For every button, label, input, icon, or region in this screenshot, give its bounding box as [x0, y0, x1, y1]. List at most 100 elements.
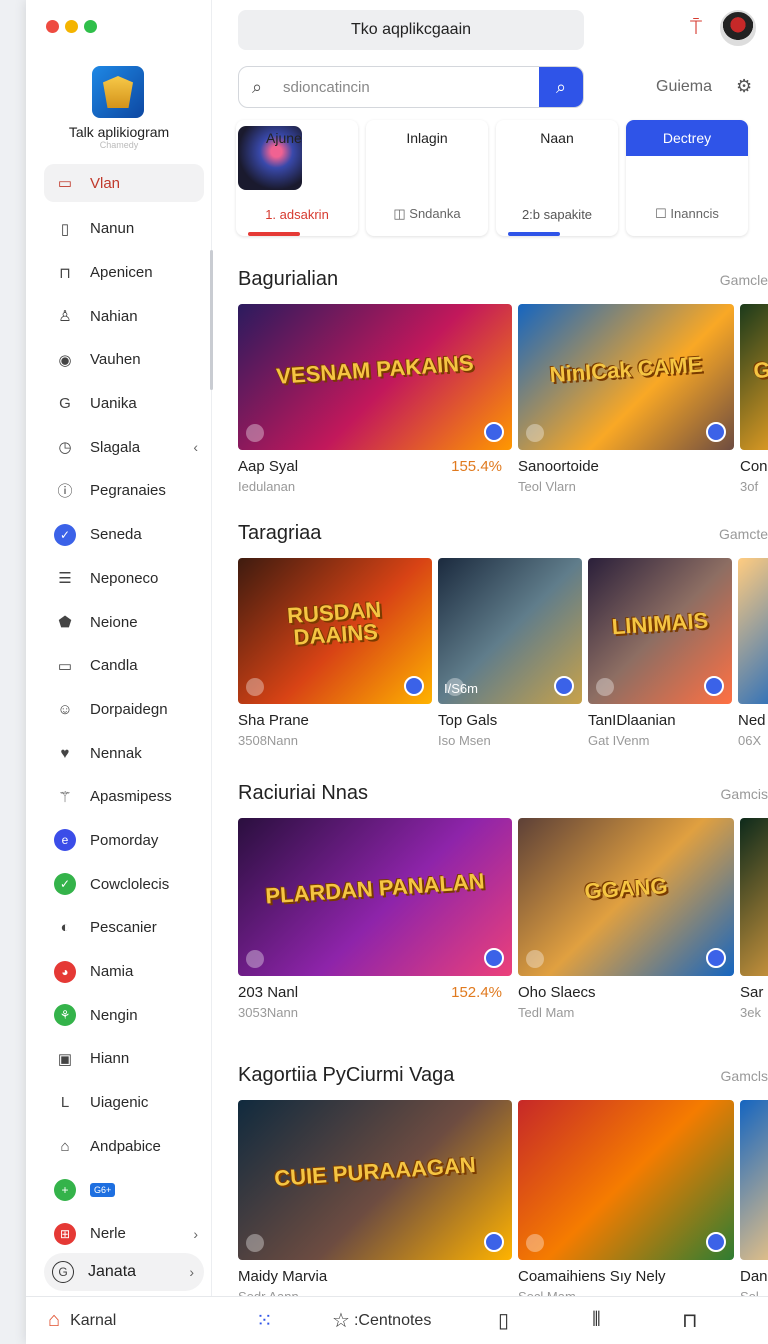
game-card[interactable]: Coamaihiens Sıy NelySecl Mam: [518, 1100, 734, 1304]
bottom-grid-button[interactable]: ⁙: [256, 1308, 283, 1333]
game-card[interactable]: PLARDAN PANALAN 203 Nanl 152.4% 3053Nann: [238, 818, 512, 1020]
sidebar-item-7[interactable]: ⓘ Pegranaies: [44, 469, 204, 513]
section-title: Taragriaa: [238, 522, 322, 544]
sidebar-item-22[interactable]: ⌂ Andpabice: [44, 1124, 204, 1168]
sidebar-item-1[interactable]: ▯ Nanun: [44, 207, 204, 251]
bottom-barcode-button[interactable]: ⦀: [592, 1309, 611, 1332]
platform-icon: [596, 678, 614, 696]
sidebar-item-4[interactable]: ◉ Vauhen: [44, 338, 204, 382]
sidebar-item-17[interactable]: ◐ Pescanier: [44, 906, 204, 950]
bottom-device-button[interactable]: ▯: [498, 1308, 519, 1333]
sidebar-item-19[interactable]: ⚘ Nengin: [44, 993, 204, 1037]
sidebar-item-11[interactable]: ▭ Candla: [44, 644, 204, 688]
tab-1[interactable]: Inlagin ◫ Sndanka: [366, 120, 488, 236]
app-logo: [92, 66, 144, 118]
sidebar-item-12[interactable]: ☺ Dorpaidegn: [44, 688, 204, 732]
sidebar-item-23[interactable]: + G6+: [44, 1168, 204, 1212]
chevron-left-icon[interactable]: ‹: [193, 439, 198, 455]
tab-0[interactable]: Ajune 1. adsakrin: [236, 120, 358, 236]
maximize-window-button[interactable]: [84, 20, 97, 33]
sidebar-item-24[interactable]: ⊞ Nerle ›: [44, 1212, 204, 1256]
game-card[interactable]: Sar 3ek: [740, 818, 768, 1020]
sidebar-item-label: Vlan: [90, 174, 121, 192]
sidebar-item-label: Vauhen: [90, 351, 141, 369]
edit-badge-icon[interactable]: [706, 948, 726, 968]
sidebar-item-10[interactable]: ⬟ Neione: [44, 600, 204, 644]
game-card[interactable]: RUSDAN DAAINS Sha Prane 3508Nann: [238, 558, 432, 748]
game-name: Top Gals: [438, 712, 498, 729]
game-card[interactable]: Ned 06X: [738, 558, 768, 748]
game-card[interactable]: GGANG Oho Slaecs Tedl Mam: [518, 818, 734, 1020]
sidebar-item-13[interactable]: ♥ Nennak: [44, 731, 204, 775]
tag-icon: ⬟: [58, 614, 72, 632]
sidebar-item-14[interactable]: ⚚ Apasmipess: [44, 775, 204, 819]
sidebar-item-3[interactable]: ♙ Nahian: [44, 294, 204, 338]
bottom-home-button[interactable]: ⌂ Karnal: [48, 1309, 116, 1332]
platform-icon: [246, 1234, 264, 1252]
game-subtitle: Iso Msen: [438, 733, 491, 748]
game-card[interactable]: I/S6m Top Gals Iso Msen: [438, 558, 582, 748]
avatar[interactable]: [720, 10, 756, 46]
smile-icon: ☺: [57, 700, 73, 718]
section-more-link[interactable]: Gamcte: [719, 526, 768, 542]
bottom-favorites-button[interactable]: ☆ :Centnotes: [332, 1308, 431, 1333]
game-card[interactable]: CUIE PURAAAGANMaidy MarviaSedr Aann: [238, 1100, 512, 1304]
section-more-link[interactable]: Gamcle: [720, 272, 768, 288]
game-name: Sanoortoide: [518, 458, 599, 475]
section-more-link[interactable]: Gamcls: [721, 1068, 768, 1084]
sidebar-item-5[interactable]: G Uanika: [44, 382, 204, 426]
sidebar-item-6[interactable]: ◷ Slagala ‹: [44, 425, 204, 469]
section-more-link[interactable]: Gamcis: [721, 786, 768, 802]
search-input[interactable]: [275, 67, 539, 107]
game-name: Oho Slaecs: [518, 984, 596, 1001]
tab-label: Dectrey: [626, 120, 748, 156]
game-name: Sha Prane: [238, 712, 309, 729]
edit-badge-icon[interactable]: [704, 676, 724, 696]
game-card[interactable]: NinICak CAME Sanoortoide Teol Vlarn: [518, 304, 734, 494]
sidebar-item-20[interactable]: ▣ Hiann: [44, 1037, 204, 1081]
sidebar-item-15[interactable]: e Pomorday: [44, 819, 204, 863]
app-window: Talk aplikiogram Chamedy ▭ Vlan ▯ Nanun ⊓ Ape…: [26, 0, 768, 1344]
home-icon: ⌂: [48, 1309, 61, 1331]
edit-badge-icon[interactable]: [554, 676, 574, 696]
sidebar-item-18[interactable]: ◕ Namia: [44, 950, 204, 994]
chevron-right-icon[interactable]: ›: [193, 1226, 198, 1242]
guest-label[interactable]: Guiema: [656, 78, 712, 96]
search-button[interactable]: ⌕: [539, 67, 583, 107]
sidebar-scrollbar[interactable]: [210, 250, 213, 390]
minimize-window-button[interactable]: [65, 20, 78, 33]
tab-3[interactable]: Dectrey ☐ Inanncis: [626, 120, 748, 236]
game-subtitle: 3ek: [740, 1005, 761, 1020]
edit-badge-icon[interactable]: [484, 948, 504, 968]
game-name: Coamaihiens Sıy Nely: [518, 1268, 666, 1285]
tab-2[interactable]: Naan 2:b sapakite: [496, 120, 618, 236]
card-row: PLARDAN PANALAN 203 Nanl 152.4% 3053Nann GGA…: [238, 818, 768, 1020]
close-window-button[interactable]: [46, 20, 59, 33]
game-card[interactable]: LINIMAIS TanIDlaanian Gat IVenm: [588, 558, 732, 748]
sidebar-item-16[interactable]: ✓ Cowclolecis: [44, 862, 204, 906]
search-icon: ⌕: [251, 76, 263, 97]
sidebar-footer-item[interactable]: G Janata ›: [44, 1253, 204, 1291]
window-controls: [46, 20, 97, 33]
sidebar-item-label: Candla: [90, 657, 138, 675]
edit-badge-icon[interactable]: [484, 1232, 504, 1252]
game-card[interactable]: VESNAM PAKAINS Aap Syal 155.4% Iedulanan: [238, 304, 512, 494]
sidebar-item-8[interactable]: ✓ Seneda: [44, 513, 204, 557]
sidebar-item-9[interactable]: ☰ Neponeco: [44, 557, 204, 601]
bottom-lock-button[interactable]: ⊓: [682, 1308, 708, 1333]
gear-icon[interactable]: ⚙: [736, 76, 752, 97]
platform-icon: [246, 424, 264, 442]
game-name: Dan: [740, 1268, 768, 1285]
sidebar-item-21[interactable]: L Uiagenic: [44, 1081, 204, 1125]
edit-badge-icon[interactable]: [706, 422, 726, 442]
section-title: Kagortiia PyCiurmi Vaga: [238, 1064, 455, 1086]
sidebar-item-0[interactable]: ▭ Vlan: [44, 164, 204, 202]
sidebar-item-2[interactable]: ⊓ Apenicen: [44, 251, 204, 295]
edit-badge-icon[interactable]: [706, 1232, 726, 1252]
edit-badge-icon[interactable]: [404, 676, 424, 696]
edit-badge-icon[interactable]: [484, 422, 504, 442]
game-thumbnail: PLARDAN PANALAN: [238, 818, 512, 976]
notification-icon[interactable]: ⍑: [690, 17, 702, 40]
game-card[interactable]: GR Con 3of: [740, 304, 768, 494]
game-card[interactable]: DanSol: [740, 1100, 768, 1304]
